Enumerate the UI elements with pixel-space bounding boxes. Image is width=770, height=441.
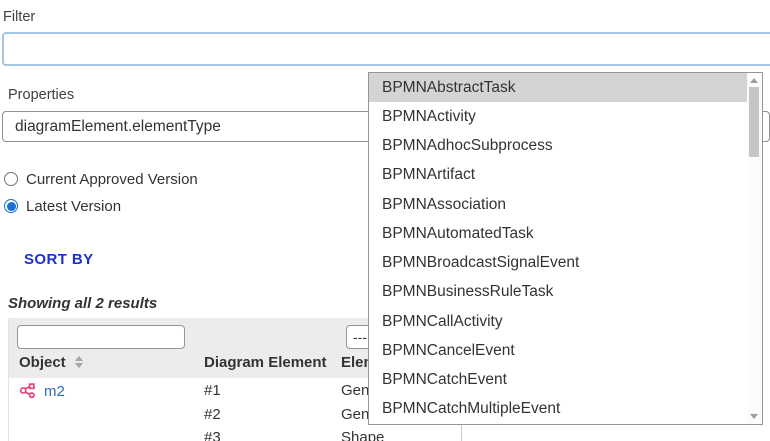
radio-unselected-icon[interactable]: [4, 172, 18, 186]
filter-input[interactable]: diagramElement.elementType = DiagramElem…: [2, 32, 770, 66]
diagram-element-cell: #3: [204, 429, 221, 441]
dropdown-item[interactable]: BPMNBroadcastSignalEvent: [369, 249, 747, 278]
dropdown-item[interactable]: BPMNCallActivity: [369, 307, 747, 336]
column-header-diagram-element: Diagram Element: [204, 354, 327, 371]
scrollbar-thumb[interactable]: [749, 87, 759, 157]
filter-label: Filter: [3, 9, 35, 25]
sort-arrows-icon[interactable]: [74, 356, 84, 368]
model-object-icon: [19, 382, 36, 399]
dropdown-item[interactable]: BPMNCancelEvent: [369, 336, 747, 365]
results-summary: Showing all 2 results: [8, 295, 157, 312]
dropdown-item[interactable]: BPMNAutomatedTask: [369, 219, 747, 248]
dropdown-item[interactable]: BPMNActivity: [369, 102, 747, 131]
dropdown-list: BPMNAbstractTask BPMNActivity BPMNAdhocS…: [369, 73, 747, 424]
dropdown-scrollbar[interactable]: [747, 73, 762, 424]
radio-label: Latest Version: [26, 198, 121, 215]
radio-selected-icon[interactable]: [4, 199, 18, 213]
element-type-autocomplete-dropdown: BPMNAbstractTask BPMNActivity BPMNAdhocS…: [368, 72, 763, 425]
radio-latest-version[interactable]: Latest Version: [4, 197, 121, 215]
object-column-filter-input[interactable]: [17, 325, 185, 349]
query-results-page: Filter diagramElement.elementType = Diag…: [0, 0, 770, 441]
diagram-element-cell: #1: [204, 382, 221, 399]
dropdown-item[interactable]: BPMNBusinessRuleTask: [369, 278, 747, 307]
dropdown-item[interactable]: BPMNAdhocSubprocess: [369, 132, 747, 161]
dropdown-item[interactable]: BPMNAbstractTask: [369, 73, 747, 102]
element-type-filter-value: ---: [353, 329, 367, 345]
object-link[interactable]: m2: [44, 383, 65, 400]
scroll-down-icon[interactable]: [750, 414, 758, 419]
dropdown-item[interactable]: BPMNAssociation: [369, 190, 747, 219]
radio-current-approved-version[interactable]: Current Approved Version: [4, 170, 198, 188]
radio-label: Current Approved Version: [26, 171, 198, 188]
diagram-element-cell: #2: [204, 406, 221, 423]
table-row: #3 Shape: [9, 427, 461, 441]
dropdown-item[interactable]: BPMNCatchEvent: [369, 366, 747, 395]
properties-label: Properties: [8, 87, 74, 103]
scroll-up-icon[interactable]: [750, 78, 758, 83]
column-header-object[interactable]: Object: [19, 354, 84, 371]
dropdown-item[interactable]: BPMNArtifact: [369, 161, 747, 190]
dropdown-item[interactable]: BPMNCatchMultipleEvent: [369, 395, 747, 424]
element-type-cell: Shape: [341, 429, 384, 441]
sort-by-button[interactable]: SORT BY: [24, 251, 93, 268]
